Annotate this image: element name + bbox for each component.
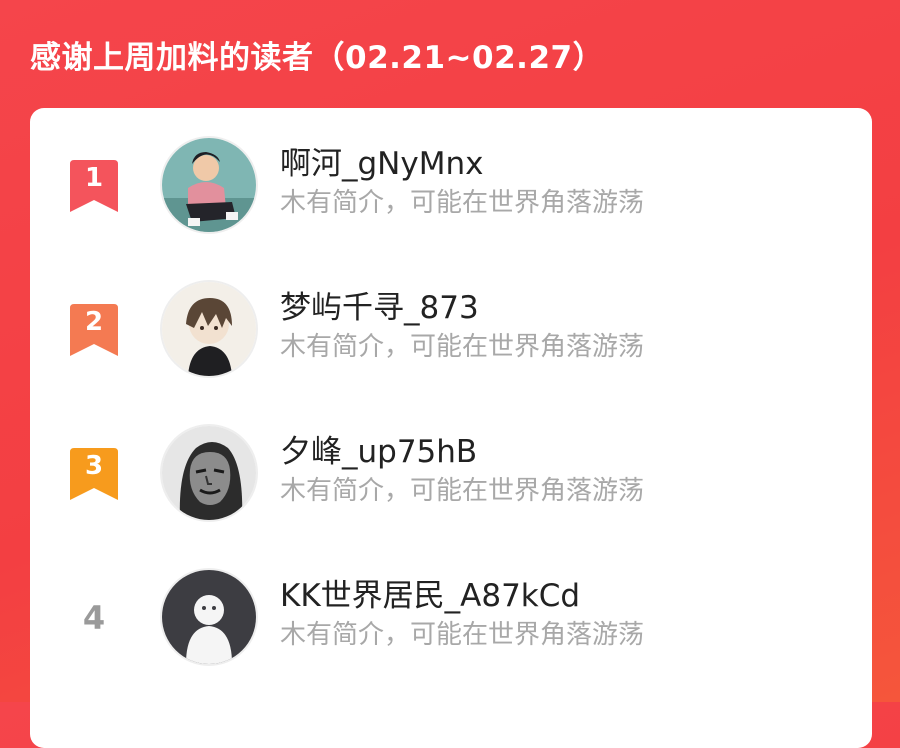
- rank-ribbon-icon: 3: [70, 448, 118, 500]
- rank-ribbon-icon: 1: [70, 160, 118, 212]
- reader-name[interactable]: KK世界居民_A87kCd: [280, 576, 580, 616]
- rank-number: 1: [84, 163, 104, 193]
- rank-number: 2: [84, 307, 104, 337]
- reader-name[interactable]: 梦屿千寻_873: [280, 288, 479, 328]
- reader-bio: 木有简介，可能在世界角落游荡: [280, 188, 645, 218]
- reader-row[interactable]: 2 梦屿千寻_873 木有简介，可能在世界角落游荡: [30, 252, 872, 376]
- avatar[interactable]: [162, 570, 256, 664]
- avatar[interactable]: [162, 138, 256, 232]
- reader-name[interactable]: 啊河_gNyMnx: [280, 144, 483, 184]
- reader-bio: 木有简介，可能在世界角落游荡: [280, 476, 645, 506]
- reader-bio: 木有简介，可能在世界角落游荡: [280, 332, 645, 362]
- avatar[interactable]: [162, 282, 256, 376]
- reader-row[interactable]: 4 KK世界居民_A87kCd 木有简介，可能在世界角落游荡: [30, 540, 872, 664]
- reader-row[interactable]: 3 夕峰_up75hB 木有简介，可能在世界角落游荡: [30, 396, 872, 520]
- rank-number: 3: [84, 451, 104, 481]
- reader-row[interactable]: 1 啊河_gNyMnx 木有简介，可能在世界角落游荡: [30, 108, 872, 232]
- page-title: 感谢上周加料的读者（02.21~02.27）: [30, 40, 605, 76]
- rank-ribbon-icon: 2: [70, 304, 118, 356]
- reader-bio: 木有简介，可能在世界角落游荡: [280, 620, 645, 650]
- reader-name[interactable]: 夕峰_up75hB: [280, 432, 477, 472]
- reader-list-card: 1 啊河_gNyMnx 木有简介，可能在世界角落游荡 2 梦屿千寻_873 木有…: [30, 108, 872, 748]
- avatar[interactable]: [162, 426, 256, 520]
- rank-number: 4: [82, 599, 106, 637]
